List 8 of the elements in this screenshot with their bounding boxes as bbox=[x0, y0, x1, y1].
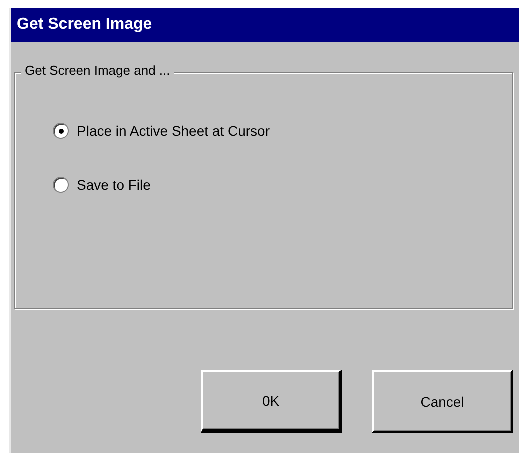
radio-label[interactable]: Save to File bbox=[77, 177, 151, 193]
window-title: Get Screen Image bbox=[17, 16, 152, 34]
radio-button[interactable] bbox=[53, 177, 69, 193]
ok-button[interactable]: 0K bbox=[201, 370, 342, 433]
group-label: Get Screen Image and ... bbox=[21, 63, 174, 78]
radio-label[interactable]: Place in Active Sheet at Cursor bbox=[77, 123, 270, 139]
radio-button[interactable] bbox=[53, 123, 69, 139]
cancel-button[interactable]: Cancel bbox=[372, 370, 513, 433]
